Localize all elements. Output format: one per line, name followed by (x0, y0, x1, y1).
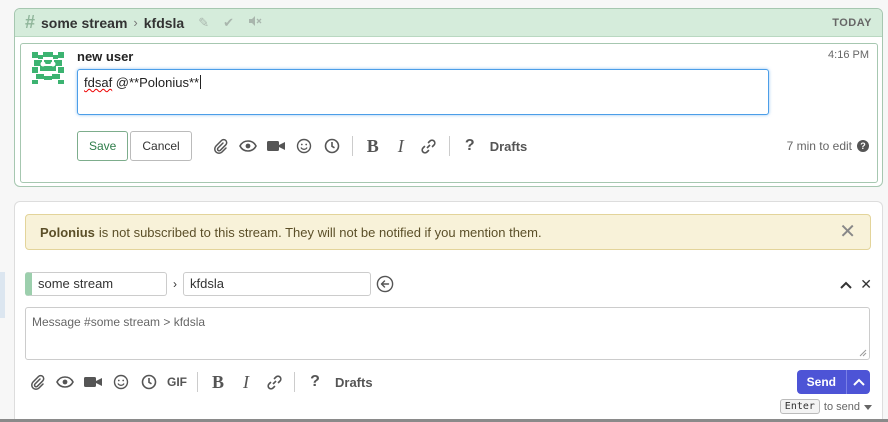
cancel-button[interactable]: Cancel (130, 131, 192, 161)
edit-text: @**Polonius** (112, 75, 200, 90)
toolbar-divider (448, 136, 450, 156)
message-time[interactable]: 4:16 PM (828, 49, 869, 61)
toolbar-divider (351, 136, 353, 156)
enter-key: Enter (779, 399, 820, 414)
chevron-right-icon: › (133, 15, 138, 30)
sender-name[interactable]: new user (77, 49, 133, 64)
video-icon[interactable] (262, 135, 290, 157)
eye-icon[interactable] (51, 371, 79, 393)
question-circle-icon[interactable]: ? (857, 140, 869, 152)
mute-icon[interactable] (248, 15, 262, 30)
paperclip-icon[interactable] (23, 371, 51, 393)
smiley-icon[interactable] (290, 135, 318, 157)
clock-icon[interactable] (318, 135, 346, 157)
avatar[interactable] (30, 50, 66, 86)
enter-to-send-hint[interactable]: Enter to send (779, 399, 872, 414)
text-caret (200, 75, 202, 89)
chevron-down-icon[interactable] (864, 401, 872, 413)
toolbar-divider (294, 372, 295, 392)
message-placeholder: Message #some stream > kfdsla (32, 315, 206, 329)
link-icon[interactable] (260, 371, 288, 393)
drafts-link[interactable]: Drafts (490, 139, 528, 154)
circle-arrow-left-icon[interactable] (376, 275, 394, 293)
edit-controls: Save Cancel B I ? Drafts 7 min to edit ? (77, 130, 869, 162)
recipient-stream-name[interactable]: some stream (41, 15, 127, 31)
compose-box: Polonius is not subscribed to this strea… (14, 201, 883, 422)
send-options-toggle[interactable] (846, 370, 870, 394)
gif-icon[interactable]: GIF (163, 371, 191, 393)
video-icon[interactable] (79, 371, 107, 393)
pencil-icon[interactable]: ✎ (198, 15, 209, 31)
misspelled-word: fdsaf (84, 75, 113, 90)
bold-icon[interactable]: B (204, 371, 232, 393)
message-row: new user 4:16 PM fdsaf @**Polonius** Sav… (20, 43, 878, 183)
enter-hint-text: to send (823, 400, 860, 413)
edit-time-text: 7 min to edit (786, 139, 852, 153)
resize-grip-icon[interactable] (859, 349, 867, 357)
bold-icon[interactable]: B (359, 135, 387, 157)
close-compose-icon[interactable]: ✕ (860, 276, 872, 293)
stream-input[interactable]: some stream (25, 272, 167, 296)
chevron-right-icon: › (173, 277, 177, 291)
compose-recipient-row: some stream › kfdsla ✕ (25, 271, 872, 297)
edit-format-toolbar: B I ? Drafts (206, 135, 528, 157)
eye-icon[interactable] (234, 135, 262, 157)
message-recipient-card: # some stream › kfdsla ✎ ✔ TODAY new use… (14, 8, 883, 187)
drafts-link[interactable]: Drafts (335, 375, 373, 390)
smiley-icon[interactable] (107, 371, 135, 393)
compose-format-toolbar: GIF B I ? Drafts (23, 371, 373, 393)
send-button-group: Send (796, 370, 870, 394)
italic-icon[interactable]: I (232, 371, 260, 393)
send-button[interactable]: Send (796, 370, 846, 394)
paperclip-icon[interactable] (206, 135, 234, 157)
recipient-bar[interactable]: # some stream › kfdsla ✎ ✔ TODAY (15, 9, 882, 37)
close-icon[interactable]: ✕ (839, 222, 856, 242)
toolbar-divider (197, 372, 198, 392)
date-label: TODAY (832, 16, 872, 29)
message-textarea[interactable]: Message #some stream > kfdsla (25, 307, 870, 360)
topic-input[interactable]: kfdsla (183, 272, 371, 296)
warning-user-name: Polonius (40, 224, 95, 240)
edit-time-hint: 7 min to edit ? (787, 139, 869, 153)
help-icon[interactable]: ? (301, 371, 329, 393)
not-subscribed-warning: Polonius is not subscribed to this strea… (25, 214, 871, 250)
message-edit-textarea[interactable]: fdsaf @**Polonius** (77, 69, 769, 115)
chevron-up-icon[interactable] (840, 276, 852, 292)
save-button[interactable]: Save (77, 131, 129, 161)
check-icon[interactable]: ✔ (223, 15, 234, 31)
compose-toolbar: GIF B I ? Drafts Send (23, 369, 870, 395)
help-icon[interactable]: ? (456, 135, 484, 157)
italic-icon[interactable]: I (387, 135, 415, 157)
left-edge-strip (0, 272, 5, 318)
compose-window-controls: ✕ (840, 276, 872, 293)
link-icon[interactable] (415, 135, 443, 157)
recipient-topic-name[interactable]: kfdsla (144, 15, 184, 31)
hash-icon: # (25, 12, 36, 32)
clock-icon[interactable] (135, 371, 163, 393)
warning-text: is not subscribed to this stream. They w… (98, 224, 542, 240)
